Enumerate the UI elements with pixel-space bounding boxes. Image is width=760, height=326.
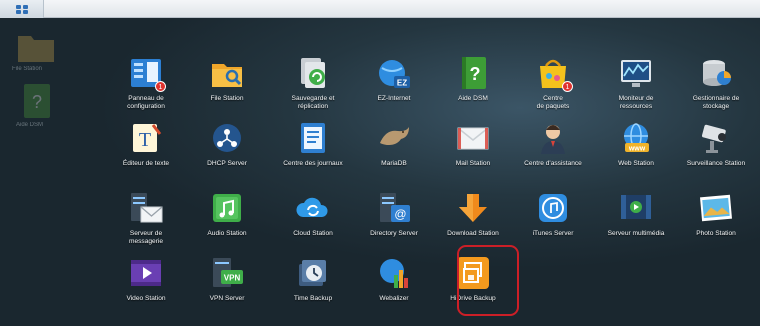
web-station-icon: www xyxy=(619,121,653,155)
app-gestionnaire-de-stockage[interactable]: Gestionnaire de stockage xyxy=(670,56,760,111)
app-label: File Station xyxy=(210,95,244,102)
app-label: iTunes Server xyxy=(532,230,574,237)
notification-badge: 1 xyxy=(562,81,573,92)
app-label: Centre de paquets xyxy=(536,95,570,110)
app-label: Panneau de configuration xyxy=(127,95,165,110)
app-time-backup[interactable]: Time Backup xyxy=(267,256,359,303)
app-label: Serveur multimédia xyxy=(607,230,665,237)
app-label: Mail Station xyxy=(455,160,491,167)
surveillance-camera-icon xyxy=(699,121,733,155)
time-backup-icon xyxy=(296,256,330,290)
itunes-icon xyxy=(536,191,570,225)
app-cloud-station[interactable]: Cloud Station xyxy=(267,191,359,238)
app-web-station[interactable]: www Web Station xyxy=(590,121,682,168)
app-dhcp-server[interactable]: DHCP Server xyxy=(181,121,273,168)
app-moniteur-de-ressources[interactable]: Moniteur de ressources xyxy=(590,56,682,111)
notification-badge: 1 xyxy=(155,81,166,92)
app-sauvegarde-et-r-plication[interactable]: Sauvegarde et réplication xyxy=(267,56,359,111)
app-vpn-server[interactable]: VPN VPN Server xyxy=(181,256,273,303)
app-download-station[interactable]: Download Station xyxy=(427,191,519,238)
app-label: Video Station xyxy=(126,295,166,302)
app-itunes-server[interactable]: iTunes Server xyxy=(507,191,599,238)
package-center-icon: 1 xyxy=(536,56,573,92)
app-label: Centre des journaux xyxy=(283,160,343,167)
app-photo-station[interactable]: Photo Station xyxy=(670,191,760,238)
desktop-shortcut-file-station[interactable] xyxy=(16,26,56,66)
app-centre-des-journaux[interactable]: Centre des journaux xyxy=(267,121,359,168)
log-center-icon xyxy=(296,121,330,155)
app-label: Gestionnaire de stockage xyxy=(692,95,740,110)
app-video-station[interactable]: Video Station xyxy=(100,256,192,303)
desktop-shortcut-label: Aide DSM xyxy=(16,122,44,128)
svg-text:@: @ xyxy=(394,207,406,221)
app-label: Éditeur de texte xyxy=(122,160,170,167)
mariadb-seal-icon xyxy=(377,121,411,155)
ez-internet-icon: EZ xyxy=(377,56,411,90)
app-label: Download Station xyxy=(447,230,499,237)
help-book-icon: ? xyxy=(24,84,50,118)
app-surveillance-station[interactable]: Surveillance Station xyxy=(670,121,760,168)
folder-icon xyxy=(18,36,54,62)
svg-text:VPN: VPN xyxy=(224,274,241,283)
audio-station-icon xyxy=(210,191,244,225)
app-label: Aide DSM xyxy=(458,95,488,102)
app-label: Sauvegarde et réplication xyxy=(291,95,335,110)
mail-server-icon xyxy=(129,191,163,225)
app-label: Serveur de messagerie xyxy=(128,230,164,245)
app-label: Centre d'assistance xyxy=(524,160,582,167)
app-label: Cloud Station xyxy=(293,230,333,237)
app-label: Moniteur de ressources xyxy=(618,95,654,110)
webalizer-icon xyxy=(377,256,411,290)
control-panel-icon: 1 xyxy=(129,56,166,92)
app-diteur-de-texte[interactable]: T Éditeur de texte xyxy=(100,121,192,168)
app-centre-de-paquets[interactable]: 1 Centre de paquets xyxy=(507,56,599,111)
svg-text:?: ? xyxy=(32,92,42,112)
app-serveur-multim-dia[interactable]: Serveur multimédia xyxy=(590,191,682,238)
main-menu-button[interactable] xyxy=(0,0,44,18)
download-arrow-icon xyxy=(456,191,490,225)
app-label: VPN Server xyxy=(209,295,245,302)
app-mail-station[interactable]: Mail Station xyxy=(427,121,519,168)
cloud-sync-icon xyxy=(296,191,330,225)
video-station-icon xyxy=(129,256,163,290)
highlight-box xyxy=(457,245,519,316)
app-label: Photo Station xyxy=(696,230,736,237)
svg-text:EZ: EZ xyxy=(397,79,407,88)
app-audio-station[interactable]: Audio Station xyxy=(181,191,273,238)
svg-text:T: T xyxy=(139,129,151,151)
app-serveur-de-messagerie[interactable]: Serveur de messagerie xyxy=(100,191,192,246)
text-editor-icon: T xyxy=(129,121,163,155)
vpn-server-icon: VPN xyxy=(210,256,244,290)
help-book-icon: ? xyxy=(456,56,490,90)
app-label: Time Backup xyxy=(293,295,333,302)
folder-search-icon xyxy=(210,56,244,90)
storage-manager-icon xyxy=(699,56,733,90)
app-panneau-de-configuration[interactable]: 1 Panneau de configuration xyxy=(100,56,192,111)
photo-station-icon xyxy=(699,191,733,225)
dhcp-server-icon xyxy=(210,121,244,155)
support-agent-icon xyxy=(536,121,570,155)
app-label: Audio Station xyxy=(207,230,247,237)
app-file-station[interactable]: File Station xyxy=(181,56,273,103)
desktop-shortcut-aide-dsm[interactable]: ? xyxy=(18,82,58,122)
backup-replication-icon xyxy=(296,56,330,90)
taskbar xyxy=(0,0,760,18)
directory-server-icon: @ xyxy=(377,191,411,225)
app-aide-dsm[interactable]: ? Aide DSM xyxy=(427,56,519,103)
app-centre-d-assistance[interactable]: Centre d'assistance xyxy=(507,121,599,168)
app-label: Surveillance Station xyxy=(686,160,746,167)
desktop-shortcut-label: File Station xyxy=(12,66,43,72)
app-label: DHCP Server xyxy=(207,160,247,167)
mail-envelope-icon xyxy=(456,121,490,155)
svg-text:www: www xyxy=(628,146,646,153)
app-label: Web Station xyxy=(618,160,654,167)
media-server-icon xyxy=(619,191,653,225)
resource-monitor-icon xyxy=(619,56,653,90)
grid-menu-icon xyxy=(15,4,28,14)
svg-text:?: ? xyxy=(470,64,481,84)
